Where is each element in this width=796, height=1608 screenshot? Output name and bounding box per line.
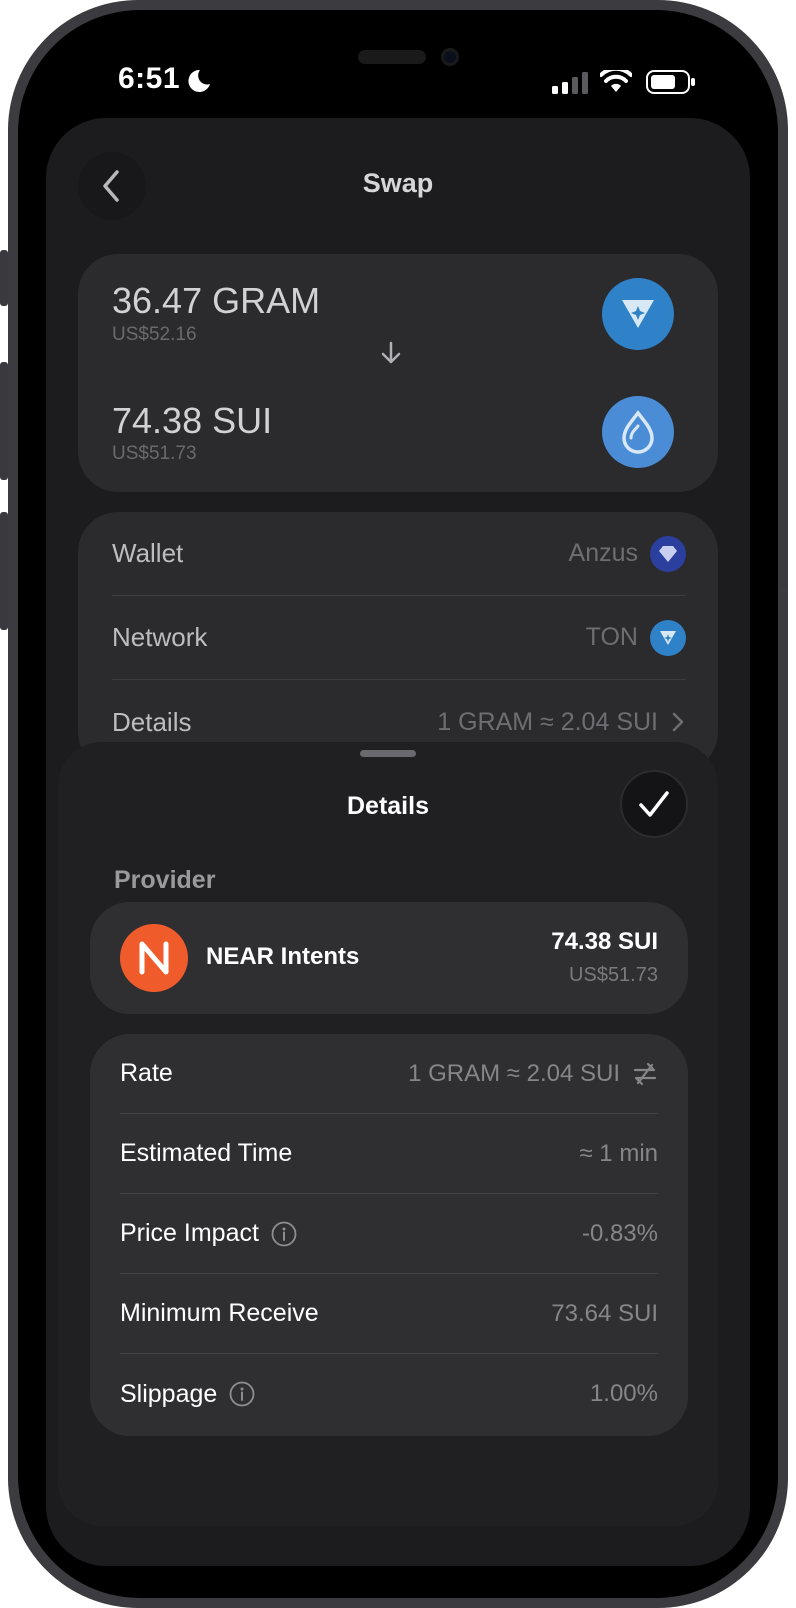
- minimum-receive-row: Minimum Receive 73.64 SUI: [120, 1274, 658, 1354]
- rate-label: Rate: [120, 1059, 173, 1087]
- from-amount: 36.47 GRAM: [112, 280, 321, 321]
- price-impact-row: Price Impact -0.83%: [120, 1194, 658, 1274]
- done-button[interactable]: [620, 770, 688, 838]
- volume-up-button: [0, 362, 8, 480]
- swap-rate-toggle-icon[interactable]: [632, 1061, 658, 1087]
- battery-icon: [646, 70, 695, 94]
- cellular-signal-icon: [552, 72, 588, 94]
- to-amount: 74.38 SUI: [112, 400, 273, 441]
- dynamic-island: [358, 50, 426, 64]
- network-row[interactable]: Network TON: [112, 596, 686, 680]
- slippage-row[interactable]: Slippage 1.00%: [120, 1354, 658, 1434]
- volume-down-button: [0, 512, 8, 630]
- sheet-grabber[interactable]: [360, 750, 416, 757]
- provider-amount: 74.38 SUI: [551, 928, 658, 955]
- rate-row: Rate 1 GRAM ≈ 2.04 SUI: [120, 1034, 658, 1114]
- info-icon[interactable]: [271, 1221, 297, 1247]
- slippage-label: Slippage: [120, 1379, 218, 1408]
- estimated-time-label: Estimated Time: [120, 1139, 293, 1167]
- price-impact-label: Price Impact: [120, 1219, 259, 1247]
- details-sheet: Details Provider NEAR Intents 74.38 SUI …: [58, 742, 718, 1526]
- wallet-row[interactable]: Wallet Anzus: [112, 512, 686, 596]
- power-button: [780, 400, 788, 588]
- minimum-receive-label: Minimum Receive: [120, 1299, 319, 1327]
- info-icon[interactable]: [229, 1381, 255, 1407]
- provider-card[interactable]: NEAR Intents 74.38 SUI US$51.73: [90, 902, 688, 1014]
- arrow-down-icon: [381, 341, 401, 364]
- provider-name: NEAR Intents: [206, 943, 360, 970]
- moon-icon: [188, 69, 210, 92]
- slippage-value: 1.00%: [589, 1380, 658, 1407]
- checkmark-icon: [639, 791, 669, 817]
- sui-drop-icon: [602, 396, 674, 468]
- to-fiat-value: US$51.73: [112, 443, 197, 464]
- status-time: 6:51: [118, 62, 181, 95]
- network-label: Network: [112, 622, 208, 652]
- chevron-right-icon: [672, 712, 684, 732]
- swap-info-card: Wallet Anzus Network TON Details 1 GRAM …: [78, 512, 718, 772]
- from-fiat-value: US$52.16: [112, 324, 197, 345]
- rate-value: 1 GRAM ≈ 2.04 SUI: [408, 1059, 620, 1087]
- estimated-time-row: Estimated Time ≈ 1 min: [120, 1114, 658, 1194]
- network-value: TON: [585, 623, 638, 651]
- wifi-icon: [600, 70, 632, 92]
- minimum-receive-value: 73.64 SUI: [551, 1299, 658, 1327]
- wallet-diamond-icon: [650, 535, 686, 572]
- sheet-title: Details: [347, 792, 429, 820]
- provider-section-label: Provider: [114, 866, 216, 894]
- details-label: Details: [112, 706, 192, 737]
- front-camera: [441, 48, 459, 66]
- ton-network-icon: [650, 619, 686, 656]
- details-rate-value: 1 GRAM ≈ 2.04 SUI: [437, 707, 658, 736]
- wallet-value: Anzus: [568, 539, 638, 567]
- price-impact-value: -0.83%: [581, 1219, 658, 1247]
- page-title: Swap: [362, 168, 434, 198]
- details-list-card: Rate 1 GRAM ≈ 2.04 SUI Estimated Time ≈ …: [90, 1034, 688, 1436]
- wallet-label: Wallet: [112, 538, 184, 568]
- app-screen: Swap 36.47 GRAM US$52.16 74.38 SUI US$51…: [46, 118, 750, 1566]
- swap-summary-card: 36.47 GRAM US$52.16 74.38 SUI US$51.73: [78, 254, 718, 492]
- ton-diamond-icon: [602, 278, 674, 350]
- provider-fiat-value: US$51.73: [569, 964, 658, 986]
- estimated-time-value: ≈ 1 min: [579, 1139, 658, 1167]
- action-button: [0, 250, 8, 306]
- near-logo-icon: [120, 924, 188, 992]
